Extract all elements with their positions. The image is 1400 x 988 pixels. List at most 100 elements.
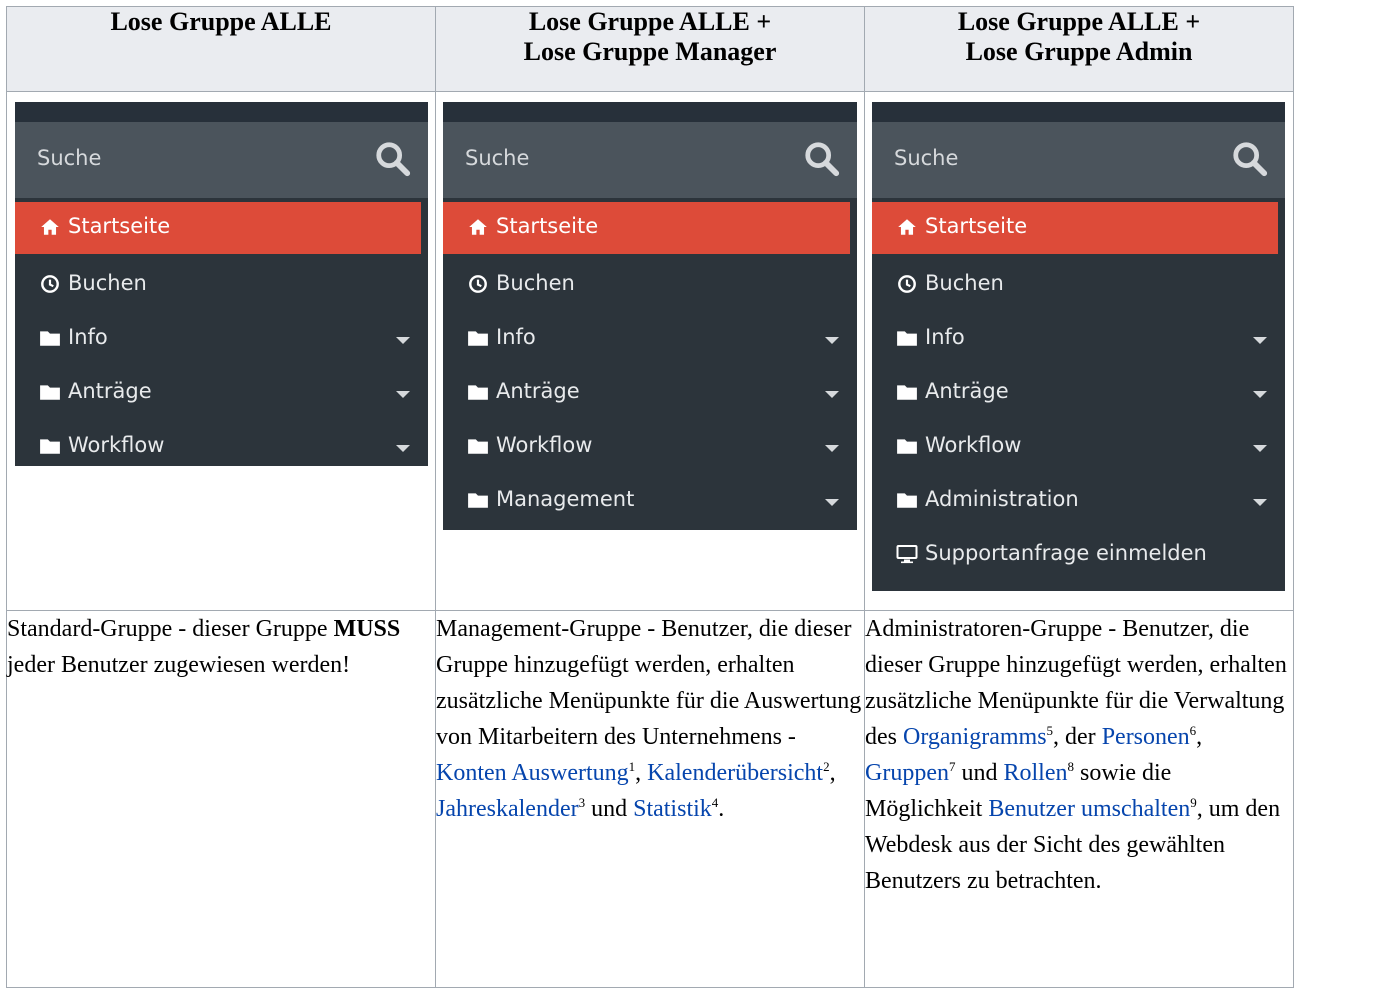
description-bold: MUSS: [333, 616, 401, 642]
search-placeholder: Suche: [894, 146, 959, 170]
menu-item-administration[interactable]: Administration: [872, 474, 1285, 528]
menu-item-workflow[interactable]: Workflow: [872, 420, 1285, 474]
menu-item-info[interactable]: Info: [15, 312, 428, 366]
sidebar-menu-manager: Suche Startseite Buchen Info Anträge Workflow…: [443, 102, 857, 530]
caret-down-icon[interactable]: [825, 391, 839, 398]
folder-icon: [896, 435, 918, 457]
description-text: .: [718, 796, 725, 822]
menu-item-antraege[interactable]: Anträge: [443, 366, 857, 420]
menu-item-label: Buchen: [68, 271, 147, 295]
search-placeholder: Suche: [37, 146, 102, 170]
search-bar[interactable]: Suche: [15, 122, 428, 198]
link-organigramms[interactable]: Organigramms: [903, 724, 1047, 750]
menu-item-buchen[interactable]: Buchen: [872, 258, 1285, 312]
description-text: ,: [829, 760, 836, 786]
search-bar[interactable]: Suche: [443, 122, 857, 198]
clock-icon: [39, 273, 61, 295]
caret-down-icon[interactable]: [1253, 337, 1267, 344]
menu-item-workflow[interactable]: Workflow: [15, 420, 428, 474]
menu-item-label: Workflow: [925, 433, 1022, 457]
menu-item-label: Buchen: [925, 271, 1004, 295]
link-benutzer-umschalten[interactable]: Benutzer umschalten: [988, 796, 1190, 822]
menu-item-label: Startseite: [496, 214, 599, 238]
link-personen[interactable]: Personen: [1102, 724, 1190, 750]
caret-down-icon[interactable]: [1253, 499, 1267, 506]
menu-item-label: Administration: [925, 487, 1079, 511]
caret-down-icon[interactable]: [1253, 445, 1267, 452]
caret-down-icon[interactable]: [396, 391, 410, 398]
caret-down-icon[interactable]: [396, 445, 410, 452]
folder-icon: [467, 381, 489, 403]
screenshot-cell-alle: Suche Startseite Buchen Info Anträge Workflow: [6, 91, 436, 611]
menu-item-label: Workflow: [496, 433, 593, 457]
search-icon[interactable]: [1231, 140, 1269, 178]
home-icon: [896, 216, 918, 238]
sidebar-menu-admin: Suche Startseite Buchen Info Anträge Workflow…: [872, 102, 1285, 591]
menu-item-supportanfrage-einmelden[interactable]: Supportanfrage einmelden: [872, 528, 1285, 582]
caret-down-icon[interactable]: [1253, 391, 1267, 398]
description-text: ,: [635, 760, 648, 786]
menu-item-label: Workflow: [68, 433, 165, 457]
search-icon[interactable]: [803, 140, 841, 178]
description-text: , der: [1053, 724, 1102, 750]
description-manager: Management-Gruppe - Benutzer, die dieser…: [435, 610, 865, 988]
folder-icon: [467, 327, 489, 349]
menu-item-buchen[interactable]: Buchen: [443, 258, 857, 312]
caret-down-icon[interactable]: [825, 337, 839, 344]
menu-item-info[interactable]: Info: [872, 312, 1285, 366]
link-statistik[interactable]: Statistik: [633, 796, 712, 822]
menu-item-startseite[interactable]: Startseite: [15, 202, 421, 254]
header-line2: Lose Gruppe Manager: [523, 37, 777, 66]
description-text: jeder Benutzer zugewiesen werden!: [7, 652, 351, 678]
monitor-icon: [896, 543, 918, 565]
menu-item-label: Anträge: [68, 379, 152, 403]
search-placeholder: Suche: [465, 146, 530, 170]
description-text: und: [955, 760, 1004, 786]
menu-item-startseite[interactable]: Startseite: [872, 202, 1278, 254]
menu-item-label: Startseite: [68, 214, 171, 238]
folder-icon: [896, 489, 918, 511]
header-line1: Lose Gruppe ALLE +: [957, 7, 1201, 36]
menu-item-label: Info: [925, 325, 965, 349]
link-jahreskalender[interactable]: Jahreskalender: [436, 796, 579, 822]
menu-item-startseite[interactable]: Startseite: [443, 202, 850, 254]
caret-down-icon[interactable]: [396, 337, 410, 344]
caret-down-icon[interactable]: [825, 445, 839, 452]
header-manager: Lose Gruppe ALLE + Lose Gruppe Manager: [435, 6, 865, 92]
description-alle: Standard-Gruppe - dieser Gruppe MUSS jed…: [6, 610, 436, 988]
home-icon: [39, 216, 61, 238]
menu-item-buchen[interactable]: Buchen: [15, 258, 428, 312]
menu-item-management[interactable]: Management: [443, 474, 857, 528]
menu-item-workflow[interactable]: Workflow: [443, 420, 857, 474]
folder-icon: [467, 489, 489, 511]
link-rollen[interactable]: Rollen: [1003, 760, 1067, 786]
search-icon[interactable]: [374, 140, 412, 178]
description-text: Standard-Gruppe - dieser Gruppe: [7, 616, 334, 642]
menu-item-label: Management: [496, 487, 635, 511]
menu-item-label: Anträge: [496, 379, 580, 403]
link-konten-auswertung[interactable]: Konten Auswertung: [436, 760, 629, 786]
screenshot-cell-manager: Suche Startseite Buchen Info Anträge Workflow…: [435, 91, 865, 611]
menu-item-antraege[interactable]: Anträge: [15, 366, 428, 420]
header-admin: Lose Gruppe ALLE + Lose Gruppe Admin: [864, 6, 1294, 92]
caret-down-icon[interactable]: [825, 499, 839, 506]
description-admin: Administratoren-Gruppe - Benutzer, die d…: [864, 610, 1294, 988]
menu-item-antraege[interactable]: Anträge: [872, 366, 1285, 420]
home-icon: [467, 216, 489, 238]
menu-topbar: [443, 102, 857, 122]
link-kalenderuebersicht[interactable]: Kalenderübersicht: [647, 760, 823, 786]
folder-icon: [896, 381, 918, 403]
menu-item-label: Info: [68, 325, 108, 349]
link-gruppen[interactable]: Gruppen: [865, 760, 949, 786]
description-text: ,: [1196, 724, 1203, 750]
menu-topbar: [872, 102, 1285, 122]
sidebar-menu-alle: Suche Startseite Buchen Info Anträge Workflow: [15, 102, 428, 466]
description-text: und: [585, 796, 634, 822]
menu-item-label: Anträge: [925, 379, 1009, 403]
menu-item-info[interactable]: Info: [443, 312, 857, 366]
menu-item-label: Supportanfrage einmelden: [925, 541, 1207, 565]
screenshot-cell-admin: Suche Startseite Buchen Info Anträge Workflow…: [864, 91, 1294, 611]
search-bar[interactable]: Suche: [872, 122, 1285, 198]
header-alle: Lose Gruppe ALLE: [6, 6, 436, 92]
menu-item-label: Startseite: [925, 214, 1028, 238]
